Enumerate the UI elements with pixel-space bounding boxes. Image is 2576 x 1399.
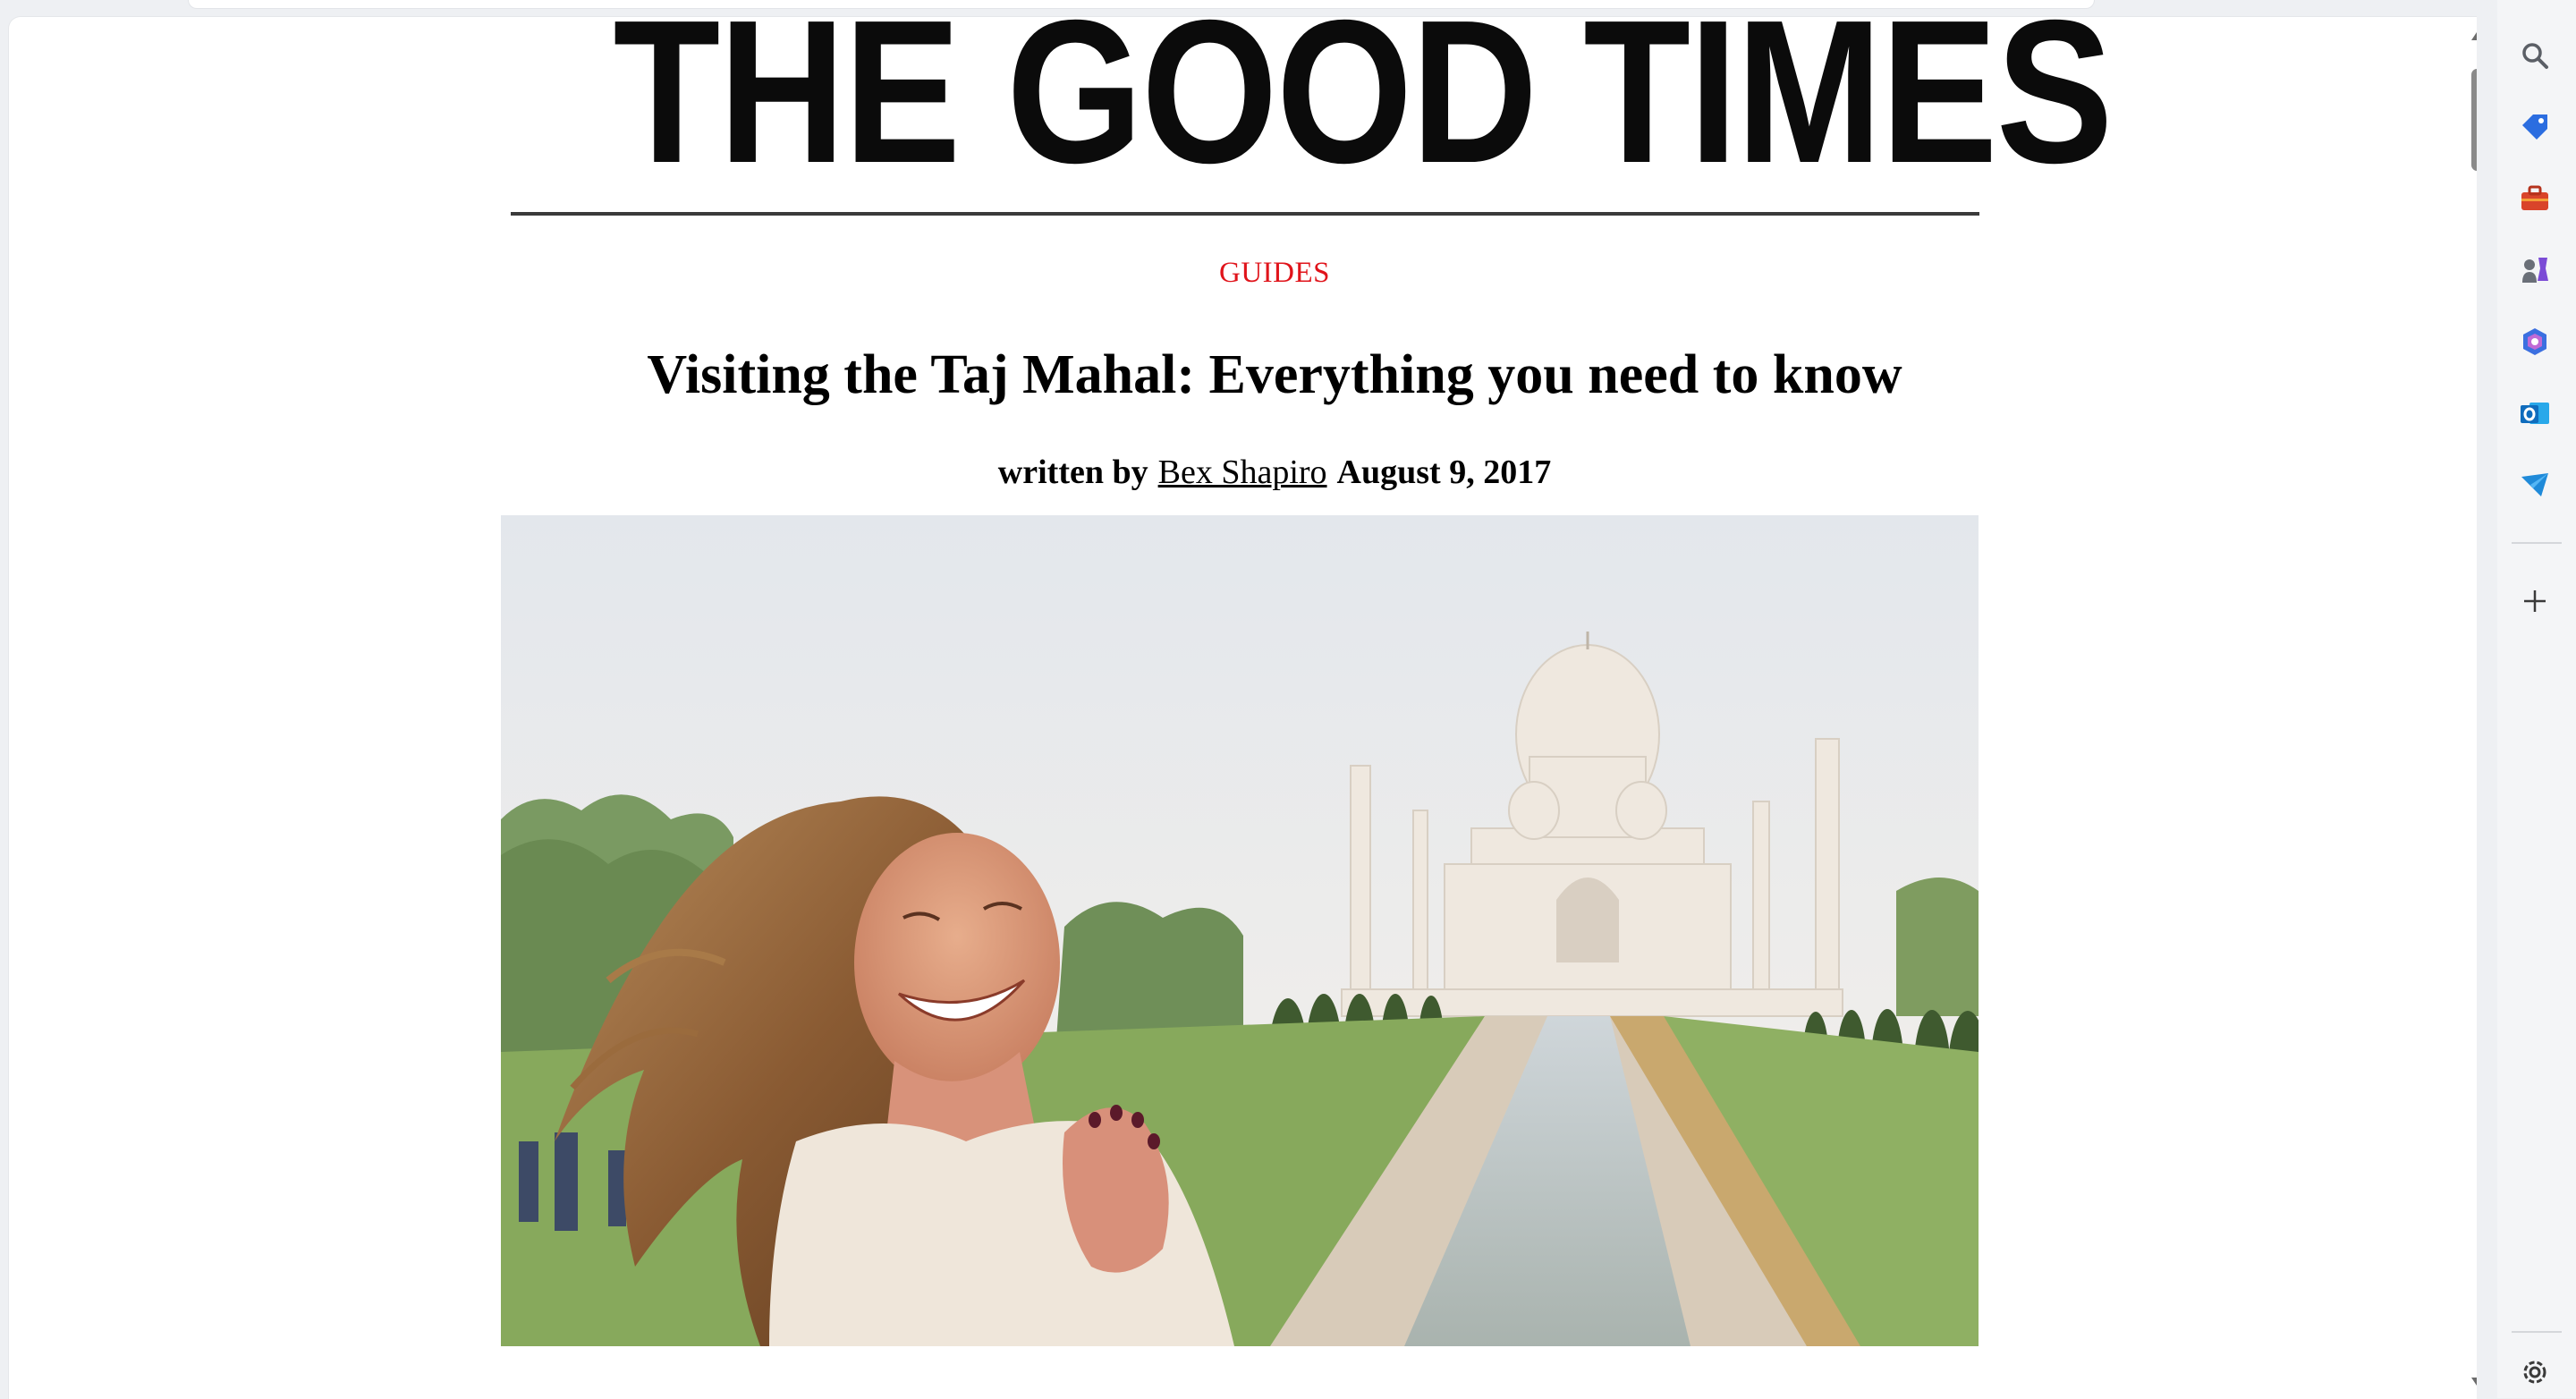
settings-icon[interactable]: [2513, 1351, 2556, 1394]
outlook-icon[interactable]: [2513, 392, 2556, 435]
browser-top-edge: [188, 0, 2095, 9]
byline-prefix: written by: [997, 454, 1148, 491]
add-icon[interactable]: [2513, 580, 2556, 623]
sidebar-divider-bottom: [2512, 1331, 2562, 1333]
search-icon[interactable]: [2513, 34, 2556, 77]
copilot-icon[interactable]: [2513, 320, 2556, 363]
article-date: August 9, 2017: [1336, 454, 1552, 491]
scroll-thumb[interactable]: [2471, 69, 2477, 171]
games-icon[interactable]: [2513, 249, 2556, 292]
browser-viewport: THE GOOD TIMES GUIDES Visiting the Taj M…: [8, 16, 2477, 1399]
site-masthead[interactable]: THE GOOD TIMES: [614, 17, 2114, 194]
telegram-icon[interactable]: [2513, 463, 2556, 506]
shopping-tag-icon[interactable]: [2513, 106, 2556, 148]
vertical-scrollbar[interactable]: [2469, 17, 2477, 1399]
browser-sidebar: [2497, 0, 2576, 1398]
article-byline: written by Bex Shapiro August 9, 2017: [9, 453, 2477, 492]
article-category[interactable]: GUIDES: [9, 257, 2477, 290]
article-headline: Visiting the Taj Mahal: Everything you n…: [647, 344, 1902, 405]
masthead-divider: [511, 212, 1979, 216]
hero-image: [501, 515, 1979, 1346]
toolbox-icon[interactable]: [2513, 177, 2556, 220]
article-page: THE GOOD TIMES GUIDES Visiting the Taj M…: [9, 17, 2469, 1399]
author-link[interactable]: Bex Shapiro: [1158, 454, 1327, 491]
scroll-down-arrow-icon[interactable]: [2471, 1378, 2477, 1388]
sidebar-divider: [2512, 542, 2562, 544]
scroll-up-arrow-icon[interactable]: [2471, 30, 2477, 40]
